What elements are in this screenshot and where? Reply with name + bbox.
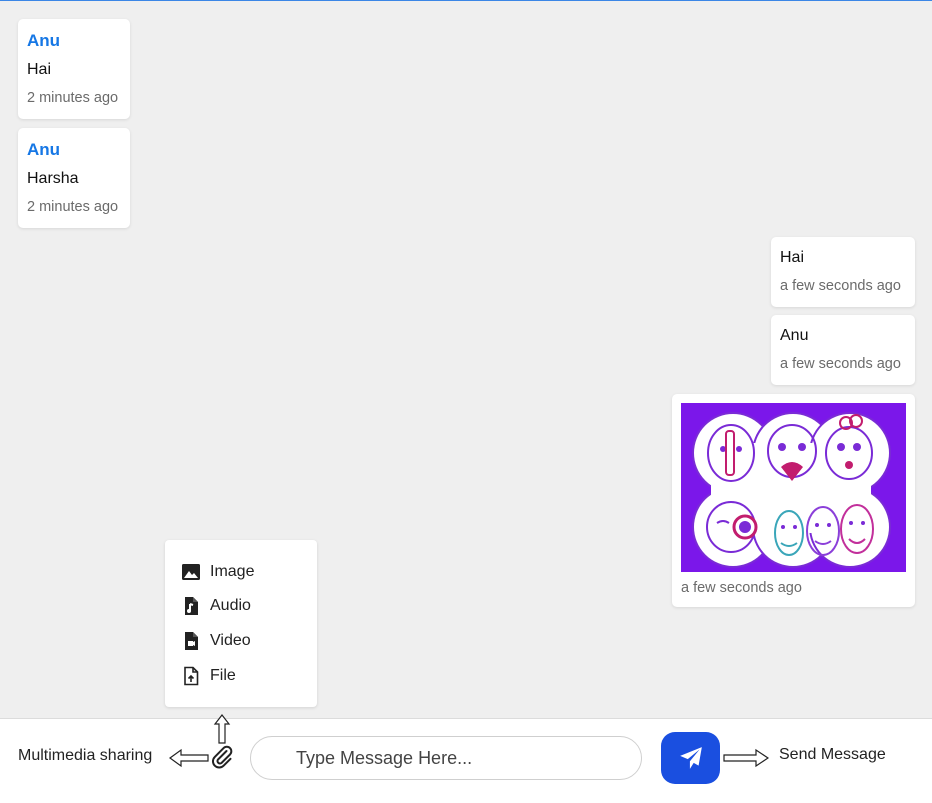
sent-message: Anu a few seconds ago (771, 315, 915, 385)
menu-item-video[interactable]: Video (181, 629, 251, 653)
sent-image-message: a few seconds ago (672, 394, 915, 607)
message-timestamp: 2 minutes ago (27, 199, 119, 215)
left-arrow-annotation-icon (169, 748, 209, 768)
message-input[interactable] (250, 736, 642, 780)
message-text: Hai (780, 249, 805, 266)
attach-button[interactable] (210, 745, 234, 769)
received-message: Anu Harsha 2 minutes ago (18, 128, 130, 228)
shared-image[interactable] (681, 403, 906, 572)
audio-file-icon (181, 596, 201, 616)
menu-item-label: Image (210, 563, 255, 580)
sender-name: Anu (27, 31, 61, 50)
top-border (0, 0, 932, 1)
send-message-annotation: Send Message (779, 746, 886, 763)
upload-file-icon (181, 666, 201, 686)
paper-plane-icon (679, 747, 702, 769)
menu-item-file[interactable]: File (181, 664, 236, 688)
video-file-icon (181, 631, 201, 651)
message-timestamp: a few seconds ago (780, 356, 901, 372)
paperclip-icon (212, 745, 233, 769)
right-arrow-annotation-icon (723, 748, 769, 768)
emoji-faces-illustration (681, 403, 906, 572)
send-button[interactable] (661, 732, 720, 784)
message-text: Hai (27, 61, 52, 78)
chat-screen: Anu Hai 2 minutes ago Anu Harsha 2 minut… (0, 0, 932, 803)
message-text: Anu (780, 327, 809, 344)
menu-item-label: File (210, 667, 236, 684)
multimedia-sharing-annotation: Multimedia sharing (18, 747, 153, 764)
image-icon (181, 562, 201, 582)
sender-name: Anu (27, 140, 61, 159)
received-message: Anu Hai 2 minutes ago (18, 19, 130, 119)
menu-item-label: Video (210, 632, 251, 649)
menu-item-label: Audio (210, 597, 251, 614)
message-timestamp: a few seconds ago (780, 278, 901, 294)
message-text: Harsha (27, 170, 79, 187)
message-timestamp: 2 minutes ago (27, 90, 119, 106)
menu-item-image[interactable]: Image (181, 560, 254, 584)
sent-message: Hai a few seconds ago (771, 237, 915, 307)
up-arrow-annotation-icon (213, 714, 231, 744)
message-timestamp: a few seconds ago (681, 580, 802, 596)
menu-item-audio[interactable]: Audio (181, 594, 251, 618)
